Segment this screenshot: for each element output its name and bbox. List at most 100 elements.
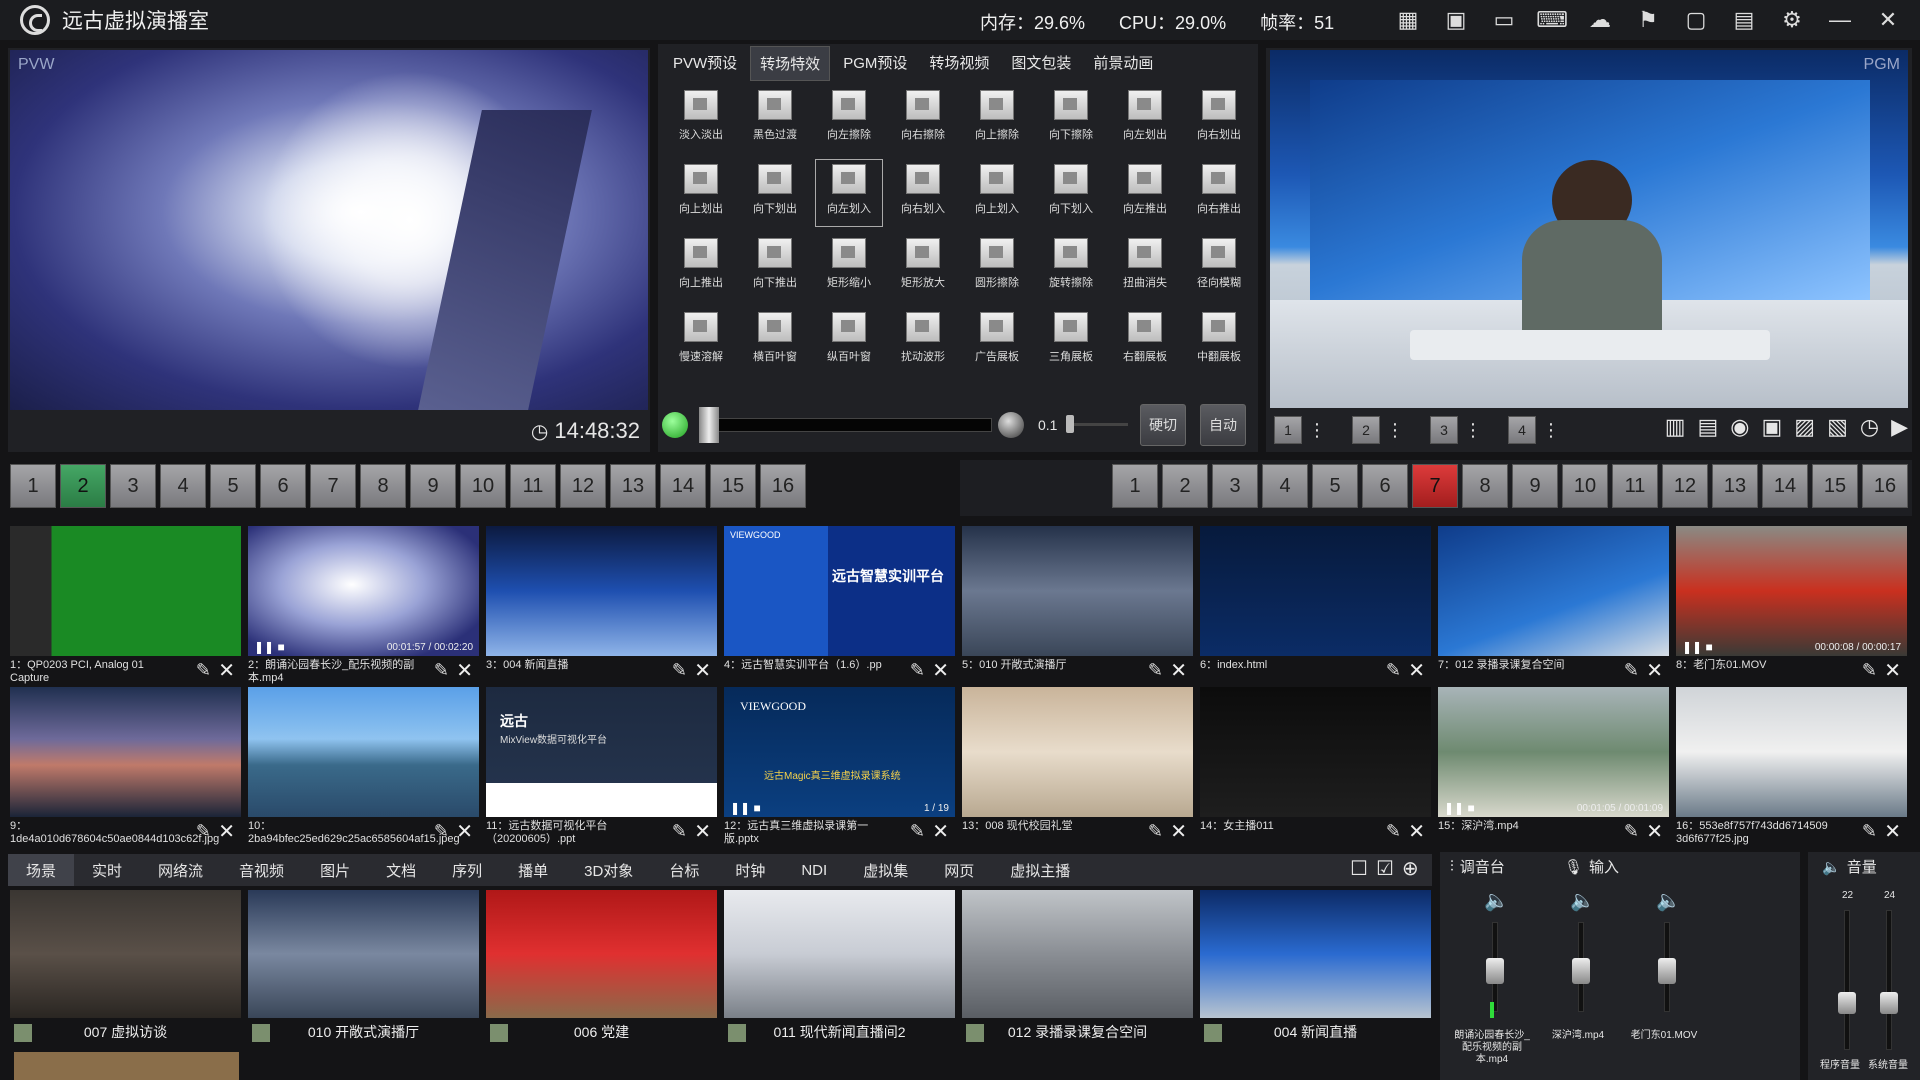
channel-fader-knob[interactable] xyxy=(1486,958,1504,984)
preview-screen[interactable]: PVW xyxy=(10,50,648,410)
terminal-icon[interactable]: ⌨ xyxy=(1534,4,1570,36)
scene-thumbnail[interactable] xyxy=(1200,890,1431,1018)
transition-item[interactable]: 黑色过渡 xyxy=(738,82,812,156)
pvw-number-button[interactable]: 13 xyxy=(610,464,656,508)
source-tab[interactable]: 播单 xyxy=(500,854,566,886)
cloud-download-icon[interactable]: ☁ xyxy=(1582,4,1618,36)
checkbox-icon[interactable]: ☐ xyxy=(1350,856,1368,881)
gear-icon[interactable]: ⚙ xyxy=(1774,4,1810,36)
tab-5[interactable]: 前景动画 xyxy=(1084,46,1162,81)
scene-thumbnail[interactable] xyxy=(248,890,479,1018)
timer-icon[interactable]: ◷ xyxy=(1860,414,1879,440)
edit-icon[interactable]: ✎ xyxy=(1386,660,1401,681)
source-tab[interactable]: 网页 xyxy=(926,854,992,886)
close-icon[interactable]: ✕ xyxy=(1170,819,1187,844)
pgm-number-button[interactable]: 4 xyxy=(1262,464,1308,508)
close-icon[interactable]: ✕ xyxy=(694,658,711,683)
source-tab[interactable]: 音视频 xyxy=(221,854,302,886)
pgm-number-button[interactable]: 9 xyxy=(1512,464,1558,508)
pgm-number-button[interactable]: 14 xyxy=(1762,464,1808,508)
channel-fader-knob[interactable] xyxy=(1658,958,1676,984)
edit-icon[interactable]: ✎ xyxy=(910,821,925,842)
close-icon[interactable]: ✕ xyxy=(218,658,235,683)
pvw-number-button[interactable]: 15 xyxy=(710,464,756,508)
pvw-number-button[interactable]: 8 xyxy=(360,464,406,508)
close-icon[interactable]: ✕ xyxy=(932,819,949,844)
transition-item[interactable]: 向右划入 xyxy=(886,156,960,230)
edit-icon[interactable]: ✎ xyxy=(672,821,687,842)
source-tab[interactable]: 文档 xyxy=(368,854,434,886)
pvw-number-button[interactable]: 7 xyxy=(310,464,356,508)
transition-item[interactable]: 向左划入 xyxy=(812,156,886,230)
transition-item[interactable]: 向下划入 xyxy=(1034,156,1108,230)
program-screen[interactable]: PGM xyxy=(1270,50,1908,408)
scene-item[interactable]: 006 党建 xyxy=(484,888,719,1048)
media-thumbnail[interactable] xyxy=(962,526,1193,656)
close-icon[interactable]: ✕ xyxy=(1408,819,1425,844)
media-item[interactable]: VIEWGOOD 远古智慧实训平台 4：远古智慧实训平台（1.6）.pp ✎ ✕ xyxy=(722,524,957,685)
transition-item[interactable]: 向下划出 xyxy=(738,156,812,230)
close-icon[interactable]: ✕ xyxy=(1646,819,1663,844)
more-icon[interactable]: ⋮ xyxy=(1542,420,1560,441)
source-tab[interactable]: 3D对象 xyxy=(566,854,651,886)
tab-1[interactable]: 转场特效 xyxy=(750,46,831,81)
edit-icon[interactable]: ✎ xyxy=(1862,660,1877,681)
transition-item[interactable]: 慢速溶解 xyxy=(664,304,738,378)
close-icon[interactable]: ✕ xyxy=(456,658,473,683)
close-icon[interactable]: ✕ xyxy=(1408,658,1425,683)
pgm-layer-button[interactable]: 1 xyxy=(1274,416,1302,444)
edit-icon[interactable]: ✎ xyxy=(1148,821,1163,842)
scene-thumbnail[interactable] xyxy=(724,890,955,1018)
pgm-number-button[interactable]: 13 xyxy=(1712,464,1758,508)
pvw-number-button[interactable]: 12 xyxy=(560,464,606,508)
hard-cut-button[interactable]: 硬切 xyxy=(1140,404,1186,446)
calendar-icon[interactable]: ▦ xyxy=(1390,4,1426,36)
media-item[interactable]: 7：012 录播录课复合空间 ✎ ✕ xyxy=(1436,524,1671,685)
transition-item[interactable]: 横百叶窗 xyxy=(738,304,812,378)
pgm-layer-button[interactable]: 3 xyxy=(1430,416,1458,444)
camera-icon[interactable]: ▣ xyxy=(1761,414,1782,440)
media-item[interactable]: 远古 MixView数据可视化平台 11：远古数据可视化平台（20200605）.p… xyxy=(484,685,719,846)
transition-item[interactable]: 纵百叶窗 xyxy=(812,304,886,378)
pgm-layer-button[interactable]: 2 xyxy=(1352,416,1380,444)
pgm-number-button[interactable]: 15 xyxy=(1812,464,1858,508)
edit-icon[interactable]: ✎ xyxy=(1862,821,1877,842)
source-tab[interactable]: 时钟 xyxy=(717,854,783,886)
source-tab[interactable]: 图片 xyxy=(302,854,368,886)
edit-icon[interactable]: ✎ xyxy=(434,821,449,842)
transition-item[interactable]: 向上划入 xyxy=(960,156,1034,230)
transition-item[interactable]: 中翻展板 xyxy=(1182,304,1256,378)
transition-item[interactable]: 广告展板 xyxy=(960,304,1034,378)
media-item[interactable]: 1 / 19 ❚❚ ■ VIEWGOOD 远古Magic真三维虚拟录课系统 12：远古真… xyxy=(722,685,957,846)
media-item[interactable]: 5：010 开敞式演播厅 ✎ ✕ xyxy=(960,524,1195,685)
transition-item[interactable]: 向上推出 xyxy=(664,230,738,304)
color-bars-icon[interactable]: ▥ xyxy=(1665,414,1686,440)
save-icon[interactable]: ▤ xyxy=(1726,4,1762,36)
monitor-icon[interactable]: ▭ xyxy=(1486,4,1522,36)
picture-icon[interactable]: ▧ xyxy=(1827,414,1848,440)
channel-fader-knob[interactable] xyxy=(1572,958,1590,984)
tab-2[interactable]: PGM预设 xyxy=(834,46,916,81)
scene-item[interactable]: 007 虚拟访谈 xyxy=(8,888,243,1048)
transition-item[interactable]: 径向模糊 xyxy=(1182,230,1256,304)
mixer-title[interactable]: 调音台 xyxy=(1460,856,1505,877)
media-thumbnail[interactable] xyxy=(1200,687,1431,817)
media-thumbnail[interactable]: 00:01:57 / 00:02:20 ❚❚ ■ xyxy=(248,526,479,656)
edit-icon[interactable]: ✎ xyxy=(196,660,211,681)
mixer-input[interactable]: 输入 xyxy=(1589,856,1619,877)
close-icon[interactable]: ✕ xyxy=(218,819,235,844)
channel-speaker-icon[interactable]: 🔈 xyxy=(1484,888,1509,913)
source-tab[interactable]: 序列 xyxy=(434,854,500,886)
transition-item[interactable]: 旋转擦除 xyxy=(1034,230,1108,304)
transition-item[interactable]: 向上划出 xyxy=(664,156,738,230)
pgm-number-button[interactable]: 2 xyxy=(1162,464,1208,508)
speed-slider[interactable] xyxy=(1066,415,1128,433)
transition-item[interactable]: 矩形放大 xyxy=(886,230,960,304)
media-thumbnail[interactable] xyxy=(1200,526,1431,656)
media-thumbnail[interactable] xyxy=(10,687,241,817)
record-icon[interactable]: ◉ xyxy=(1730,414,1749,440)
channel-speaker-icon[interactable]: 🔈 xyxy=(1656,888,1681,913)
pvw-number-button[interactable]: 11 xyxy=(510,464,556,508)
pvw-number-button[interactable]: 16 xyxy=(760,464,806,508)
pgm-number-button[interactable]: 8 xyxy=(1462,464,1508,508)
